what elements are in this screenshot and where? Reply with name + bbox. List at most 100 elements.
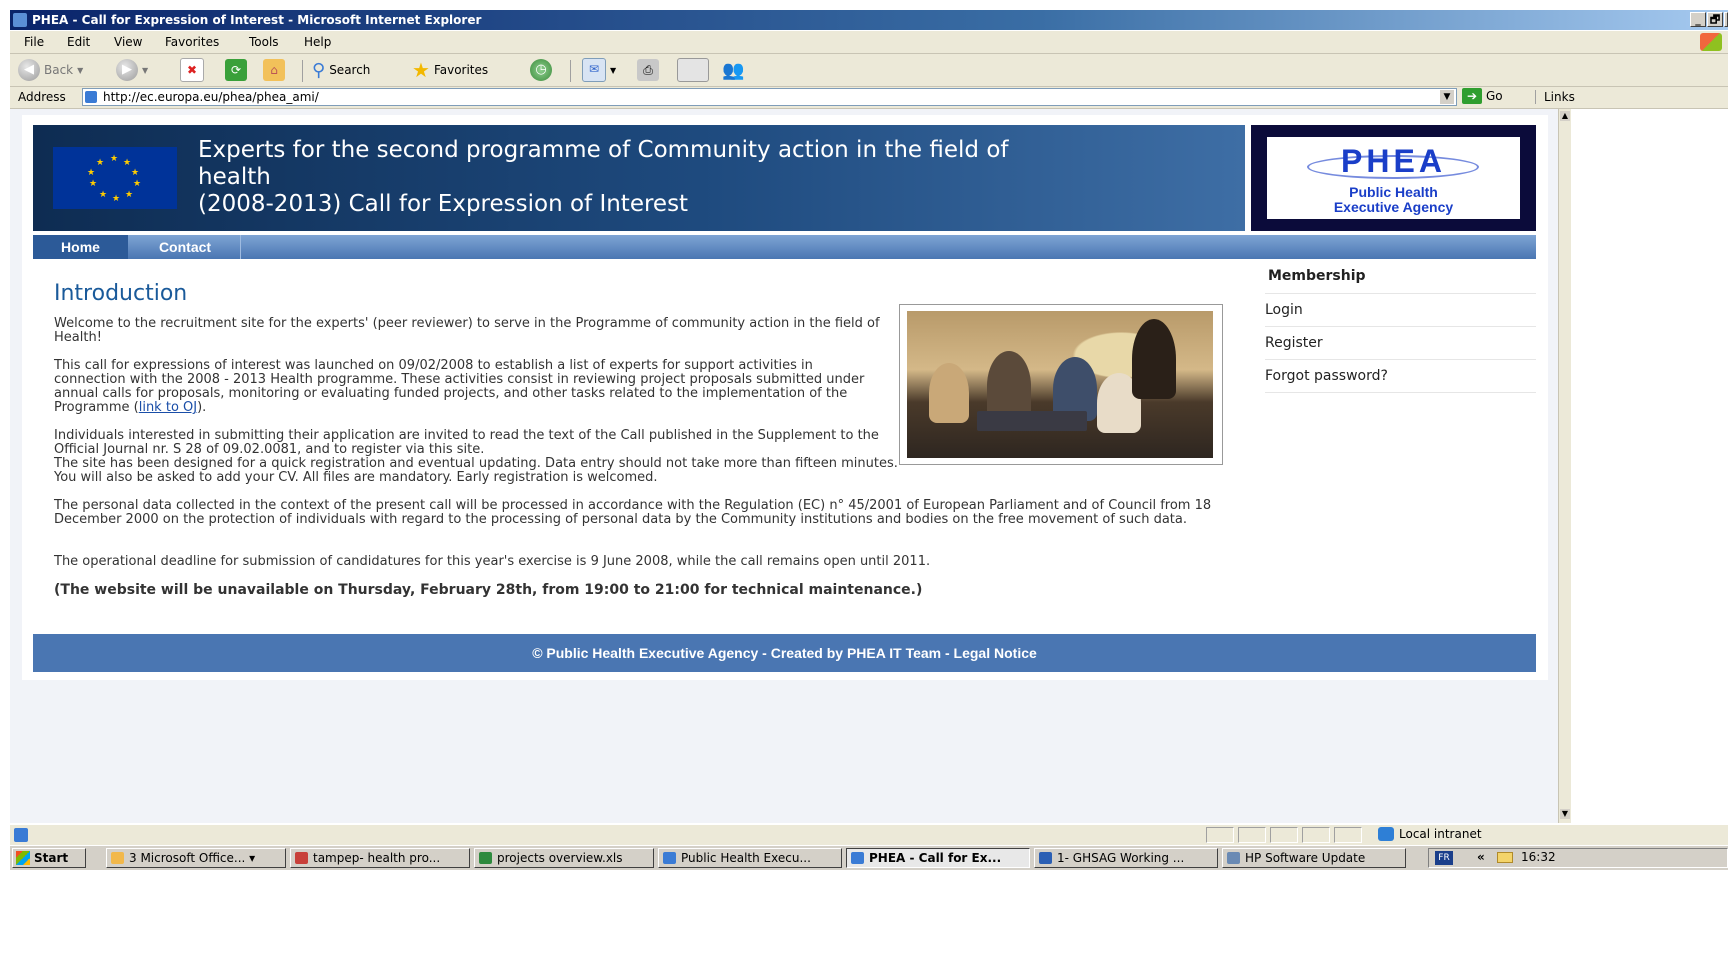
mail-notification-icon[interactable] <box>1497 852 1513 863</box>
refresh-icon: ⟳ <box>225 59 247 81</box>
go-arrow-icon: ➔ <box>1462 88 1482 104</box>
status-bar: Local intranet <box>10 824 1728 845</box>
tray-expand-icon[interactable]: « <box>1477 850 1485 864</box>
address-input[interactable]: http://ec.europa.eu/phea/phea_ami/ ▼ <box>82 88 1457 106</box>
ie-icon <box>851 852 864 864</box>
dropdown-arrow-icon[interactable]: ▼ <box>610 66 616 75</box>
close-button[interactable] <box>1724 12 1728 27</box>
edit-page-icon <box>677 58 709 82</box>
restore-button[interactable]: 🗗 <box>1707 12 1723 27</box>
apply-paragraph: Individuals interested in submitting the… <box>54 428 879 457</box>
eu-flag-icon: ★ ★ ★ ★ ★ ★ ★ ★ ★ ★ <box>53 147 177 209</box>
site-title: Experts for the second programme of Comm… <box>198 137 1009 217</box>
page-status-icon <box>14 828 28 842</box>
window-title: PHEA - Call for Expression of Interest -… <box>32 13 482 27</box>
stop-button[interactable]: ✖ <box>180 58 204 82</box>
minimize-button[interactable]: _ <box>1690 12 1706 27</box>
dropdown-arrow-icon[interactable]: ▼ <box>77 66 83 75</box>
forgot-password-link[interactable]: Forgot password? <box>1265 360 1536 393</box>
status-cell <box>1302 827 1330 843</box>
site-header: ★ ★ ★ ★ ★ ★ ★ ★ ★ ★ Experts for the seco… <box>33 125 1245 231</box>
oj-link[interactable]: link to OJ <box>139 400 197 415</box>
status-cell <box>1270 827 1298 843</box>
back-button[interactable]: ◀ Back ▼ <box>18 59 83 81</box>
deadline-paragraph: The operational deadline for submission … <box>54 554 931 569</box>
nav-home[interactable]: Home <box>33 235 128 259</box>
dropdown-arrow-icon[interactable]: ▼ <box>142 66 148 75</box>
forward-button[interactable]: ▶ ▼ <box>116 59 148 81</box>
task-ie-phea[interactable]: Public Health Execu... <box>658 848 842 868</box>
status-cell <box>1238 827 1266 843</box>
phea-logo[interactable]: PHEA Public Health Executive Agency <box>1251 125 1536 231</box>
address-url[interactable]: http://ec.europa.eu/phea/phea_ami/ <box>103 90 319 104</box>
menu-help[interactable]: Help <box>304 35 331 49</box>
nav-contact[interactable]: Contact <box>130 235 241 259</box>
back-arrow-icon: ◀ <box>18 59 40 81</box>
scroll-up-icon[interactable]: ▲ <box>1560 111 1570 121</box>
menu-favorites[interactable]: Favorites <box>165 35 219 49</box>
search-icon: ⚲ <box>312 59 326 81</box>
windows-logo-icon <box>1700 33 1722 51</box>
membership-sidebar: Membership Login Register Forgot passwor… <box>1265 265 1536 393</box>
menu-view[interactable]: View <box>114 35 142 49</box>
task-hp-update[interactable]: HP Software Update <box>1222 848 1406 868</box>
address-dropdown-icon[interactable]: ▼ <box>1440 90 1454 104</box>
edit-button[interactable] <box>677 58 709 82</box>
intro-paragraph: Welcome to the recruitment site for the … <box>54 316 880 345</box>
address-bar: Address http://ec.europa.eu/phea/phea_am… <box>10 87 1728 109</box>
taskbar: Start 3 Microsoft Office... ▾ tampep- he… <box>10 845 1728 870</box>
start-button[interactable]: Start <box>12 848 86 868</box>
ie-icon <box>13 13 27 27</box>
security-zone: Local intranet <box>1378 827 1482 841</box>
history-icon: ◷ <box>530 59 552 81</box>
forward-arrow-icon: ▶ <box>116 59 138 81</box>
language-indicator[interactable]: FR <box>1435 851 1453 865</box>
document-icon <box>295 852 308 864</box>
menu-edit[interactable]: Edit <box>67 35 90 49</box>
home-button[interactable]: ⌂ <box>263 59 285 81</box>
phea-logo-inner: PHEA Public Health Executive Agency <box>1267 137 1520 219</box>
experts-photo <box>899 304 1223 465</box>
system-tray: FR « 16:32 <box>1428 848 1728 868</box>
favorites-button[interactable]: ★ Favorites <box>412 58 488 82</box>
mail-button[interactable]: ✉ ▼ <box>582 58 616 82</box>
links-button[interactable]: Links <box>1535 90 1575 104</box>
refresh-button[interactable]: ⟳ <box>225 59 247 81</box>
toolbar-separator <box>570 60 571 82</box>
vertical-scrollbar[interactable]: ▲ ▼ <box>1558 109 1571 823</box>
mail-icon: ✉ <box>582 58 606 82</box>
status-cell <box>1334 827 1362 843</box>
go-button[interactable]: ➔ Go <box>1462 88 1503 104</box>
site-footer[interactable]: © Public Health Executive Agency - Creat… <box>33 634 1536 672</box>
search-button[interactable]: ⚲ Search <box>312 59 370 81</box>
page-icon <box>85 91 97 103</box>
data-protection-paragraph: The personal data collected in the conte… <box>54 498 1212 527</box>
print-button[interactable]: ⎙ <box>637 59 659 81</box>
menu-file[interactable]: File <box>24 35 44 49</box>
window-title-bar[interactable]: PHEA - Call for Expression of Interest -… <box>10 10 1728 30</box>
browser-viewport: ★ ★ ★ ★ ★ ★ ★ ★ ★ ★ Experts for the seco… <box>10 109 1558 823</box>
clock: 16:32 <box>1521 850 1556 864</box>
maintenance-notice: (The website will be unavailable on Thur… <box>54 582 923 598</box>
star-icon: ★ <box>412 58 430 82</box>
messenger-button[interactable]: 👥 <box>722 60 744 81</box>
home-icon: ⌂ <box>263 59 285 81</box>
task-office[interactable]: 3 Microsoft Office... ▾ <box>106 848 286 868</box>
task-excel[interactable]: projects overview.xls <box>474 848 654 868</box>
office-icon <box>111 852 124 864</box>
intranet-icon <box>1378 827 1394 841</box>
history-button[interactable]: ◷ <box>530 59 552 81</box>
task-word[interactable]: 1- GHSAG Working ... <box>1034 848 1218 868</box>
task-ie-call[interactable]: PHEA - Call for Ex... <box>846 848 1030 868</box>
site-nav: Home Contact <box>33 235 1536 259</box>
scroll-down-icon[interactable]: ▼ <box>1560 809 1570 819</box>
printer-icon: ⎙ <box>637 59 659 81</box>
status-cell <box>1206 827 1234 843</box>
login-link[interactable]: Login <box>1265 294 1536 327</box>
menu-tools[interactable]: Tools <box>249 35 279 49</box>
word-icon <box>1039 852 1052 864</box>
photo-image <box>907 311 1213 458</box>
registration-paragraph: The site has been designed for a quick r… <box>54 456 898 485</box>
task-tampep[interactable]: tampep- health pro... <box>290 848 470 868</box>
register-link[interactable]: Register <box>1265 327 1536 360</box>
